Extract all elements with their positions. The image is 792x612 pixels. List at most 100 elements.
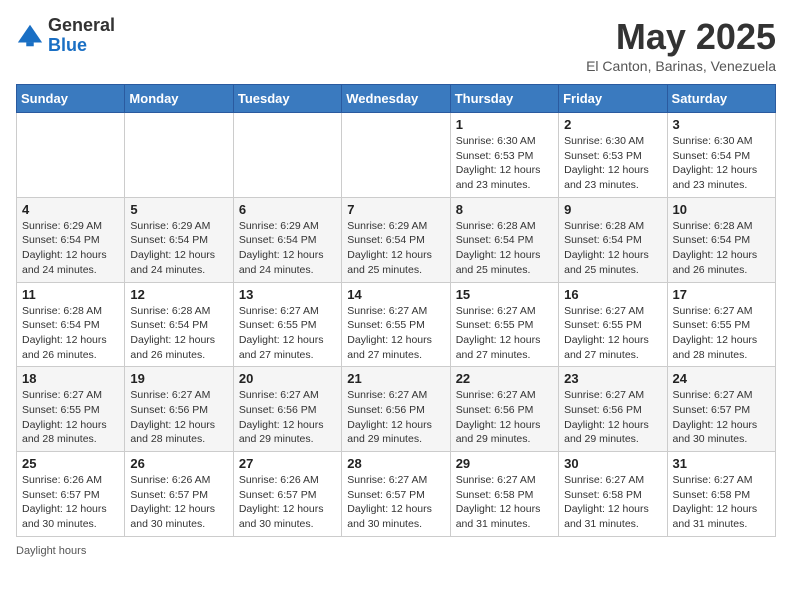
calendar-day-cell: 5 Sunrise: 6:29 AM Sunset: 6:54 PM Daylig… [125,197,233,282]
calendar-day-cell: 16 Sunrise: 6:27 AM Sunset: 6:55 PM Dayli… [559,282,667,367]
calendar-day-cell: 21Sunrise: 6:27 AM Sunset: 6:56 PM Dayli… [342,367,450,452]
day-info: Sunrise: 6:28 AM Sunset: 6:54 PM Dayligh… [673,219,770,278]
page-header: General Blue May 2025 El Canton, Barinas… [16,16,776,74]
calendar-day-header: Wednesday [342,85,450,113]
day-number: 4 [22,202,119,217]
daylight-hours-label: Daylight hours [16,545,86,557]
day-info: Sunrise: 6:26 AM Sunset: 6:57 PM Dayligh… [22,473,119,532]
day-number: 28 [347,456,444,471]
calendar-day-cell: 26 Sunrise: 6:26 AM Sunset: 6:57 PM Dayli… [125,452,233,537]
day-number: 31 [673,456,770,471]
logo-blue-text: Blue [48,35,87,55]
day-info: Sunrise: 6:29 AM Sunset: 6:54 PM Dayligh… [130,219,227,278]
day-number: 5 [130,202,227,217]
calendar-day-cell: 14Sunrise: 6:27 AM Sunset: 6:55 PM Dayli… [342,282,450,367]
calendar-day-cell: 12Sunrise: 6:28 AM Sunset: 6:54 PM Dayli… [125,282,233,367]
calendar-header-row: SundayMondayTuesdayWednesdayThursdayFrid… [17,85,776,113]
day-info: Sunrise: 6:29 AM Sunset: 6:54 PM Dayligh… [239,219,336,278]
day-number: 27 [239,456,336,471]
calendar-week-row: 18 Sunrise: 6:27 AM Sunset: 6:55 PM Dayli… [17,367,776,452]
day-number: 1 [456,117,553,132]
day-info: Sunrise: 6:30 AM Sunset: 6:53 PM Dayligh… [456,134,553,193]
day-number: 7 [347,202,444,217]
calendar-day-cell: 2Sunrise: 6:30 AM Sunset: 6:53 PM Daylig… [559,113,667,198]
calendar-day-cell: 6 Sunrise: 6:29 AM Sunset: 6:54 PM Daylig… [233,197,341,282]
day-info: Sunrise: 6:26 AM Sunset: 6:57 PM Dayligh… [130,473,227,532]
calendar-day-cell: 3 Sunrise: 6:30 AM Sunset: 6:54 PM Daylig… [667,113,775,198]
day-number: 15 [456,287,553,302]
logo: General Blue [16,16,115,56]
day-number: 23 [564,371,661,386]
calendar-day-cell: 31 Sunrise: 6:27 AM Sunset: 6:58 PM Dayli… [667,452,775,537]
day-number: 12 [130,287,227,302]
day-info: Sunrise: 6:27 AM Sunset: 6:55 PM Dayligh… [456,304,553,363]
month-title: May 2025 [586,16,776,58]
day-number: 10 [673,202,770,217]
calendar-day-header: Sunday [17,85,125,113]
day-number: 30 [564,456,661,471]
title-area: May 2025 El Canton, Barinas, Venezuela [586,16,776,74]
day-number: 21 [347,371,444,386]
day-info: Sunrise: 6:27 AM Sunset: 6:55 PM Dayligh… [22,388,119,447]
day-number: 26 [130,456,227,471]
calendar-day-cell: 4 Sunrise: 6:29 AM Sunset: 6:54 PM Daylig… [17,197,125,282]
day-info: Sunrise: 6:28 AM Sunset: 6:54 PM Dayligh… [22,304,119,363]
day-info: Sunrise: 6:27 AM Sunset: 6:56 PM Dayligh… [456,388,553,447]
calendar-week-row: 4 Sunrise: 6:29 AM Sunset: 6:54 PM Daylig… [17,197,776,282]
day-number: 20 [239,371,336,386]
calendar-day-cell: 24Sunrise: 6:27 AM Sunset: 6:57 PM Dayli… [667,367,775,452]
day-info: Sunrise: 6:26 AM Sunset: 6:57 PM Dayligh… [239,473,336,532]
calendar-day-cell: 30 Sunrise: 6:27 AM Sunset: 6:58 PM Dayli… [559,452,667,537]
calendar-day-cell: 19 Sunrise: 6:27 AM Sunset: 6:56 PM Dayli… [125,367,233,452]
calendar-day-cell: 13Sunrise: 6:27 AM Sunset: 6:55 PM Dayli… [233,282,341,367]
day-number: 16 [564,287,661,302]
calendar-day-cell: 22 Sunrise: 6:27 AM Sunset: 6:56 PM Dayli… [450,367,558,452]
day-info: Sunrise: 6:27 AM Sunset: 6:58 PM Dayligh… [673,473,770,532]
day-info: Sunrise: 6:27 AM Sunset: 6:57 PM Dayligh… [673,388,770,447]
calendar-day-cell: 27 Sunrise: 6:26 AM Sunset: 6:57 PM Dayli… [233,452,341,537]
day-info: Sunrise: 6:29 AM Sunset: 6:54 PM Dayligh… [347,219,444,278]
day-number: 9 [564,202,661,217]
logo-text: General Blue [48,16,115,56]
calendar-day-header: Tuesday [233,85,341,113]
day-info: Sunrise: 6:27 AM Sunset: 6:55 PM Dayligh… [239,304,336,363]
day-info: Sunrise: 6:28 AM Sunset: 6:54 PM Dayligh… [564,219,661,278]
day-info: Sunrise: 6:27 AM Sunset: 6:56 PM Dayligh… [239,388,336,447]
logo-icon [16,22,44,50]
day-info: Sunrise: 6:27 AM Sunset: 6:55 PM Dayligh… [673,304,770,363]
location-subtitle: El Canton, Barinas, Venezuela [586,58,776,74]
footer: Daylight hours [16,545,776,557]
day-number: 18 [22,371,119,386]
calendar-week-row: 11 Sunrise: 6:28 AM Sunset: 6:54 PM Dayli… [17,282,776,367]
day-info: Sunrise: 6:27 AM Sunset: 6:55 PM Dayligh… [347,304,444,363]
day-info: Sunrise: 6:29 AM Sunset: 6:54 PM Dayligh… [22,219,119,278]
calendar-day-header: Monday [125,85,233,113]
calendar-day-cell: 20 Sunrise: 6:27 AM Sunset: 6:56 PM Dayli… [233,367,341,452]
day-number: 25 [22,456,119,471]
day-number: 3 [673,117,770,132]
calendar-day-cell: 28Sunrise: 6:27 AM Sunset: 6:57 PM Dayli… [342,452,450,537]
calendar-day-cell: 8 Sunrise: 6:28 AM Sunset: 6:54 PM Daylig… [450,197,558,282]
calendar-day-cell: 7 Sunrise: 6:29 AM Sunset: 6:54 PM Daylig… [342,197,450,282]
day-info: Sunrise: 6:27 AM Sunset: 6:58 PM Dayligh… [564,473,661,532]
day-number: 22 [456,371,553,386]
day-number: 29 [456,456,553,471]
day-number: 11 [22,287,119,302]
day-number: 8 [456,202,553,217]
day-info: Sunrise: 6:28 AM Sunset: 6:54 PM Dayligh… [456,219,553,278]
day-info: Sunrise: 6:30 AM Sunset: 6:54 PM Dayligh… [673,134,770,193]
day-number: 6 [239,202,336,217]
day-number: 19 [130,371,227,386]
calendar-day-cell: 17Sunrise: 6:27 AM Sunset: 6:55 PM Dayli… [667,282,775,367]
logo-general-text: General [48,15,115,35]
calendar-day-cell: 18 Sunrise: 6:27 AM Sunset: 6:55 PM Dayli… [17,367,125,452]
calendar-day-cell [125,113,233,198]
calendar-day-cell: 23 Sunrise: 6:27 AM Sunset: 6:56 PM Dayli… [559,367,667,452]
day-info: Sunrise: 6:27 AM Sunset: 6:58 PM Dayligh… [456,473,553,532]
day-info: Sunrise: 6:27 AM Sunset: 6:56 PM Dayligh… [564,388,661,447]
day-info: Sunrise: 6:27 AM Sunset: 6:56 PM Dayligh… [130,388,227,447]
calendar-day-cell: 25 Sunrise: 6:26 AM Sunset: 6:57 PM Dayli… [17,452,125,537]
day-info: Sunrise: 6:27 AM Sunset: 6:55 PM Dayligh… [564,304,661,363]
calendar-week-row: 1 Sunrise: 6:30 AM Sunset: 6:53 PM Daylig… [17,113,776,198]
calendar-day-cell [342,113,450,198]
